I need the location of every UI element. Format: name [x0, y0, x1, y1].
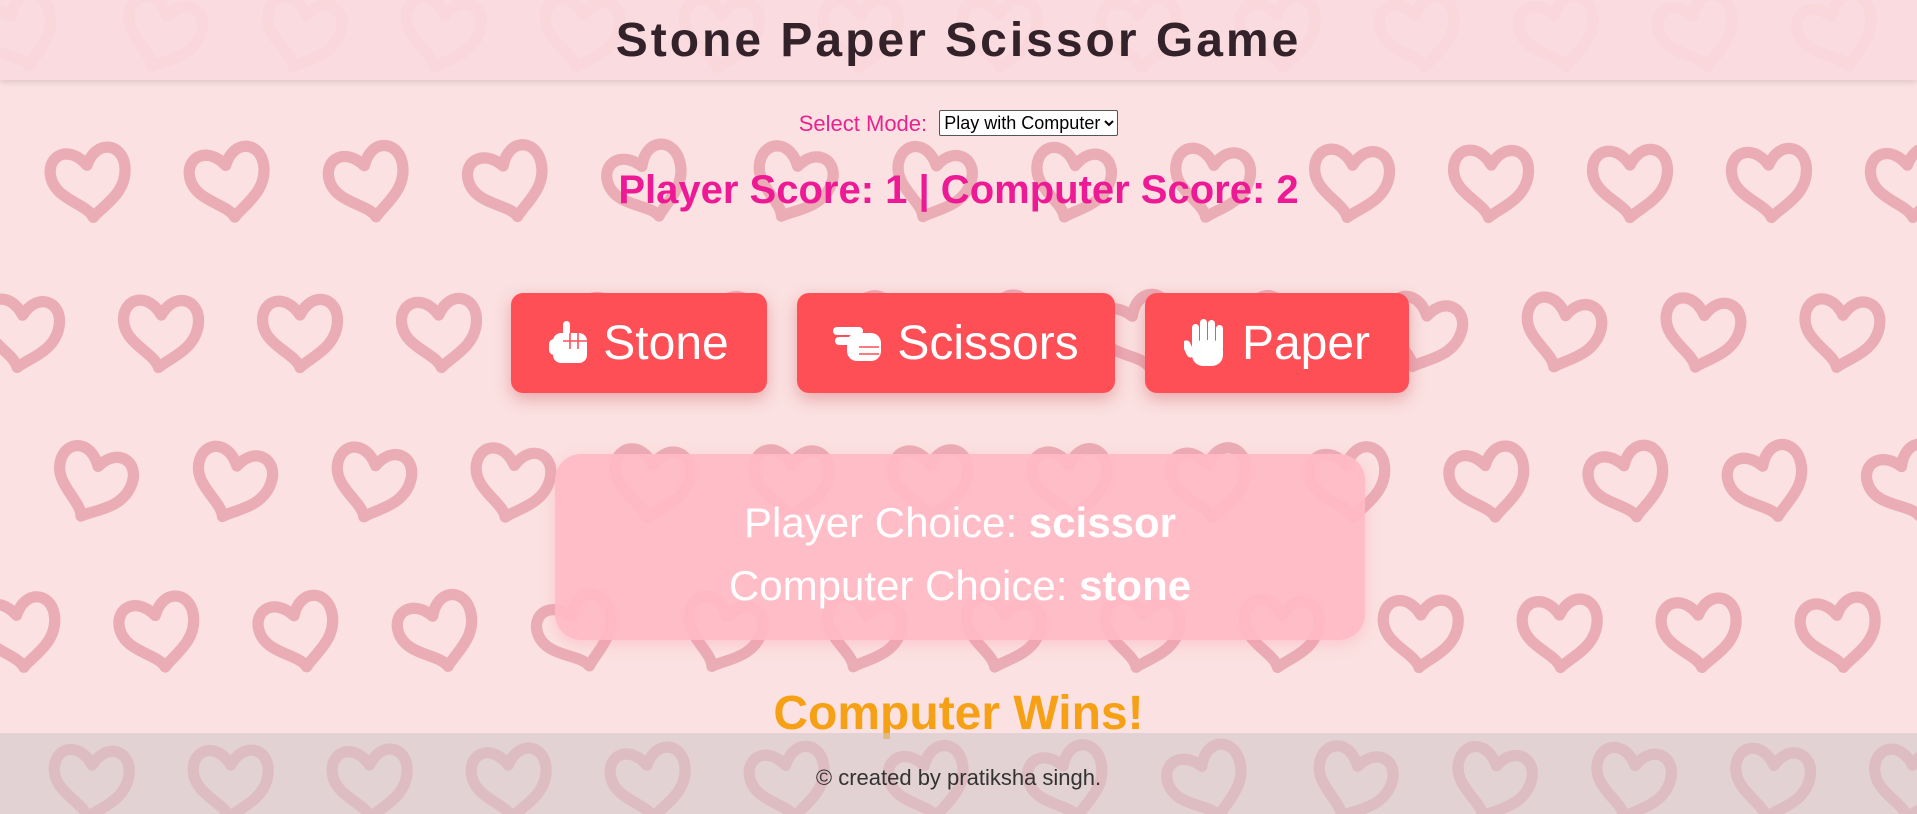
- result-panel: Player Choice: scissor Computer Choice: …: [555, 454, 1365, 640]
- mode-label: Select Mode:: [798, 111, 928, 136]
- heart-doodle: [1721, 438, 1808, 522]
- heart-doodle: [192, 440, 279, 523]
- heart-doodle: [1516, 593, 1603, 674]
- scissors-hand-icon: [833, 323, 885, 363]
- stone-button-label: Stone: [603, 316, 729, 370]
- heart-doodle: [1794, 591, 1881, 673]
- heart-doodle: [1582, 439, 1669, 523]
- heart-doodle: [113, 590, 200, 673]
- heart-doodle: [0, 591, 61, 673]
- heart-doodle: [1860, 438, 1917, 522]
- player-choice-label: Player Choice:: [744, 499, 1018, 546]
- heart-doodle: [117, 294, 205, 374]
- heart-doodle: [1521, 291, 1608, 373]
- heart-doodle: [1799, 293, 1886, 373]
- heart-doodle: [1443, 440, 1530, 523]
- page-footer: © created by pratiksha singh.: [0, 733, 1917, 814]
- heart-doodle: [0, 293, 66, 373]
- paper-button-label: Paper: [1241, 316, 1371, 370]
- score-display: Player Score: 1 | Computer Score: 2: [618, 168, 1299, 212]
- stone-button[interactable]: Stone: [511, 293, 767, 393]
- player-choice-value: scissor: [1028, 499, 1176, 546]
- heart-doodle: [395, 292, 483, 374]
- footer-credit: © created by pratiksha singh.: [815, 765, 1102, 790]
- heart-doodle: [1660, 292, 1747, 373]
- page-header: Stone Paper Scissor Game: [0, 0, 1917, 80]
- heart-doodle: [1655, 592, 1742, 674]
- heart-doodle: [331, 441, 418, 523]
- computer-choice-value: stone: [1079, 562, 1192, 609]
- player-choice-line: Player Choice: scissor: [555, 499, 1365, 547]
- heart-doodle: [54, 440, 140, 522]
- paper-button[interactable]: Paper: [1145, 293, 1409, 393]
- heart-doodle: [470, 442, 557, 523]
- fist-icon: [549, 319, 591, 367]
- heart-doodle: [391, 588, 478, 672]
- scissors-button-label: Scissors: [897, 316, 1079, 370]
- page-title: Stone Paper Scissor Game: [615, 13, 1302, 67]
- computer-choice-label: Computer Choice:: [728, 562, 1068, 609]
- computer-choice-line: Computer Choice: stone: [555, 562, 1365, 610]
- heart-doodle: [252, 589, 339, 673]
- scissors-button[interactable]: Scissors: [797, 293, 1115, 393]
- heart-doodle: [256, 293, 344, 374]
- mode-selector-row: Select Mode: Play with Computer: [0, 110, 1917, 137]
- heart-doodle: [1377, 594, 1464, 674]
- mode-select[interactable]: Play with Computer: [939, 110, 1119, 136]
- open-hand-icon: [1182, 318, 1230, 368]
